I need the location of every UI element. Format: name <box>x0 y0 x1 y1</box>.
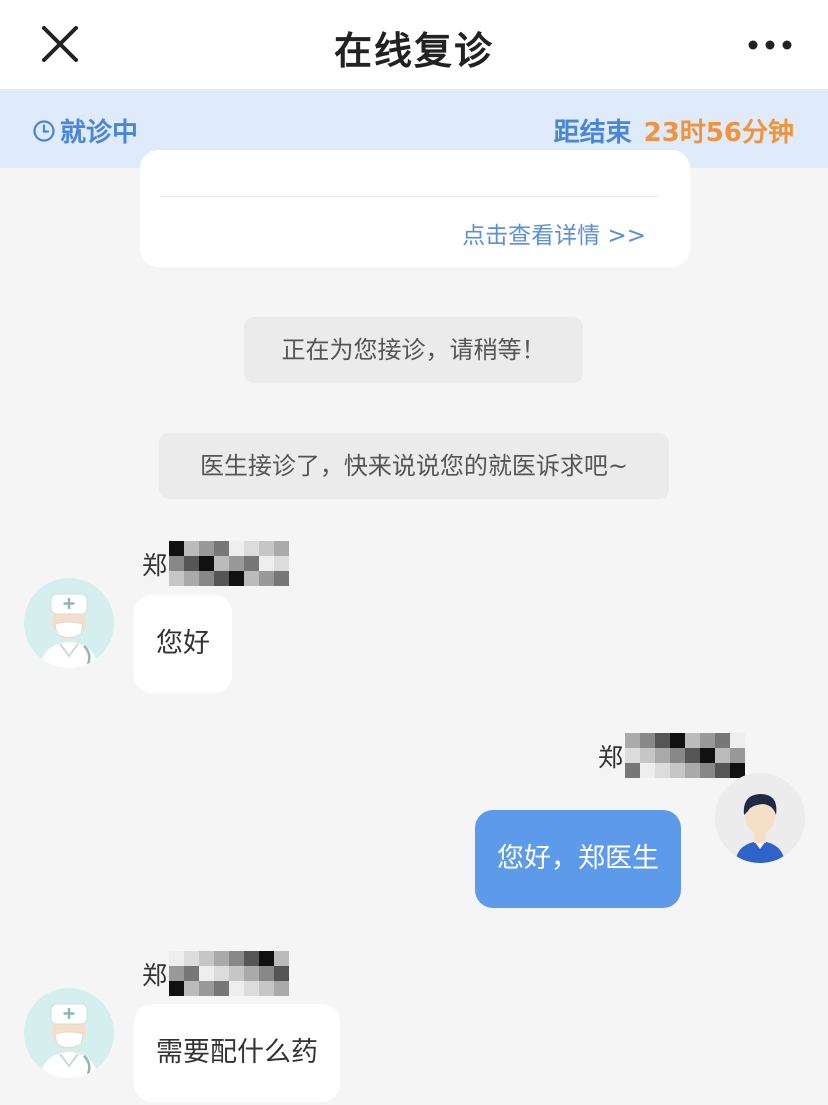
user-icon <box>735 794 785 863</box>
more-icon <box>748 40 792 50</box>
status-text: 就诊中 <box>60 118 139 148</box>
sender-surname: 郑 <box>598 742 624 772</box>
clock-icon <box>33 119 55 142</box>
blurred-name <box>625 733 746 778</box>
message-bubble[interactable]: 您好 <box>134 595 232 693</box>
sender-name: 郑 <box>142 541 290 586</box>
countdown: 距结束 23时56分钟 <box>554 112 794 149</box>
message-bubble[interactable]: 需要配什么药 <box>134 1004 340 1102</box>
sender-surname: 郑 <box>142 960 168 990</box>
sender-surname: 郑 <box>142 550 168 580</box>
blurred-name <box>169 541 290 586</box>
card-divider <box>160 196 658 197</box>
doctor-icon <box>40 593 98 668</box>
countdown-value: 23时56分钟 <box>643 118 794 148</box>
system-message: 正在为您接诊，请稍等！ <box>244 317 583 383</box>
blurred-name <box>169 951 290 996</box>
top-bar: 在线复诊 <box>0 0 828 90</box>
system-message: 医生接诊了，快来说说您的就医诉求吧~ <box>159 433 669 499</box>
patient-avatar[interactable] <box>715 773 805 863</box>
sender-name: 郑 <box>142 951 290 996</box>
doctor-avatar[interactable] <box>24 988 114 1078</box>
doctor-avatar[interactable] <box>24 578 114 668</box>
sender-name: 郑 <box>598 733 746 778</box>
page-title: 在线复诊 <box>333 29 494 73</box>
view-details-link[interactable]: 点击查看详情 >> <box>462 216 646 250</box>
countdown-label: 距结束 <box>553 118 632 148</box>
message-bubble[interactable]: 您好，郑医生 <box>475 810 681 908</box>
consultation-info-card: 点击查看详情 >> <box>140 150 690 267</box>
more-button[interactable] <box>746 33 794 57</box>
doctor-icon <box>40 1003 98 1078</box>
